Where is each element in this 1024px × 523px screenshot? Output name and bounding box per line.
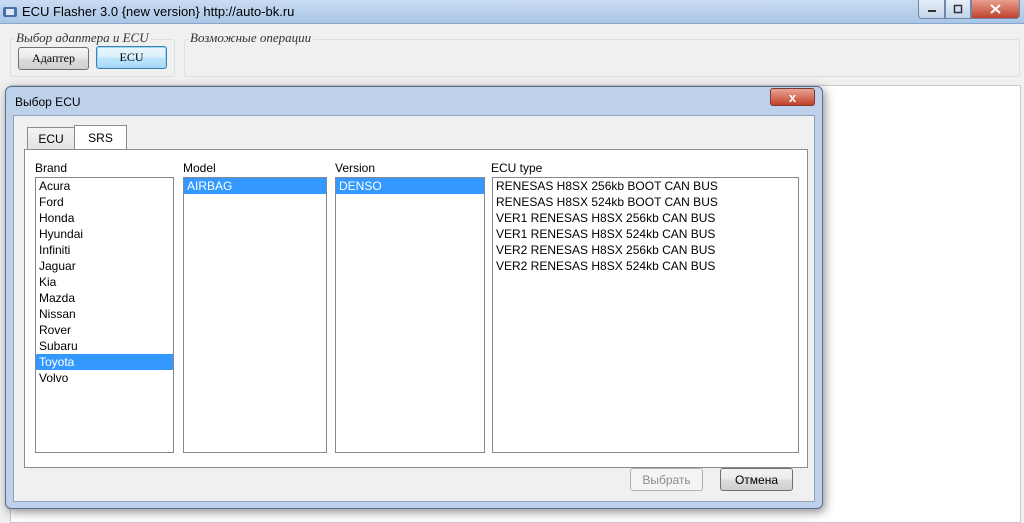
select-button[interactable]: Выбрать — [630, 468, 703, 491]
brand-label: Brand — [35, 161, 68, 175]
operations-group-label: Возможные операции — [188, 30, 314, 46]
list-item[interactable]: Rover — [36, 322, 173, 338]
srs-tab-panel: Brand Acura Ford Honda Hyundai Infiniti … — [24, 149, 808, 468]
ecu-button[interactable]: ECU — [96, 46, 167, 69]
dialog-title: Выбор ECU — [15, 95, 81, 109]
list-item[interactable]: VER1 RENESAS H8SX 524kb CAN BUS — [493, 226, 798, 242]
list-item[interactable]: VER2 RENESAS H8SX 256kb CAN BUS — [493, 242, 798, 258]
list-item-selected[interactable]: AIRBAG — [184, 178, 326, 194]
close-icon: x — [788, 89, 797, 105]
brand-list[interactable]: Acura Ford Honda Hyundai Infiniti Jaguar… — [35, 177, 174, 453]
list-item[interactable]: Honda — [36, 210, 173, 226]
list-item[interactable]: Infiniti — [36, 242, 173, 258]
list-item[interactable]: Ford — [36, 194, 173, 210]
ecu-select-dialog: Выбор ECU x ECU SRS Brand Acura Ford Hon… — [5, 86, 823, 509]
list-item[interactable]: Kia — [36, 274, 173, 290]
adapter-group-label: Выбор адаптера и ECU — [14, 30, 151, 46]
ecu-type-label: ECU type — [491, 161, 543, 175]
minimize-icon — [927, 10, 936, 12]
window-title: ECU Flasher 3.0 {new version} http://aut… — [22, 4, 295, 19]
list-item[interactable]: VER1 RENESAS H8SX 256kb CAN BUS — [493, 210, 798, 226]
list-item[interactable]: RENESAS H8SX 524kb BOOT CAN BUS — [493, 194, 798, 210]
version-label: Version — [335, 161, 376, 175]
ecu-type-list[interactable]: RENESAS H8SX 256kb BOOT CAN BUS RENESAS … — [492, 177, 799, 453]
tab-srs[interactable]: SRS — [74, 125, 127, 149]
list-item[interactable]: Nissan — [36, 306, 173, 322]
version-list[interactable]: DENSO — [335, 177, 485, 453]
minimize-button[interactable] — [918, 0, 945, 19]
list-item[interactable]: Jaguar — [36, 258, 173, 274]
cancel-button[interactable]: Отмена — [720, 468, 793, 491]
close-icon — [990, 4, 1001, 14]
list-item-selected[interactable]: Toyota — [36, 354, 173, 370]
list-item[interactable]: Mazda — [36, 290, 173, 306]
app-icon — [3, 7, 17, 17]
tab-ecu[interactable]: ECU — [27, 127, 75, 149]
model-list[interactable]: AIRBAG — [183, 177, 327, 453]
list-item[interactable]: VER2 RENESAS H8SX 524kb CAN BUS — [493, 258, 798, 274]
maximize-button[interactable] — [945, 0, 971, 19]
main-titlebar: ECU Flasher 3.0 {new version} http://aut… — [0, 0, 1024, 24]
list-item[interactable]: Hyundai — [36, 226, 173, 242]
list-item[interactable]: RENESAS H8SX 256kb BOOT CAN BUS — [493, 178, 798, 194]
list-item[interactable]: Acura — [36, 178, 173, 194]
close-button[interactable] — [971, 0, 1020, 19]
list-item[interactable]: Subaru — [36, 338, 173, 354]
maximize-icon — [953, 4, 963, 14]
model-label: Model — [183, 161, 216, 175]
list-item-selected[interactable]: DENSO — [336, 178, 484, 194]
dialog-client: ECU SRS Brand Acura Ford Honda Hyundai I… — [13, 115, 815, 502]
dialog-close-button[interactable]: x — [770, 88, 815, 106]
list-item[interactable]: Volvo — [36, 370, 173, 386]
adapter-button[interactable]: Адаптер — [18, 47, 89, 70]
dialog-titlebar: Выбор ECU x — [6, 87, 822, 115]
